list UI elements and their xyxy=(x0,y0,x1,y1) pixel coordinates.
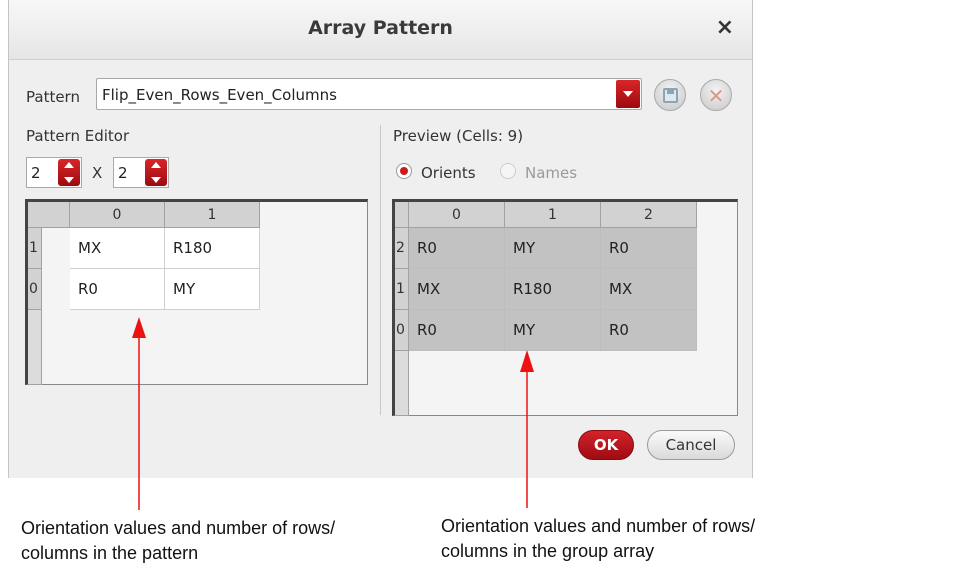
annotation-left: Orientation values and number of rows/ c… xyxy=(21,516,335,566)
annotation-right: Orientation values and number of rows/ c… xyxy=(441,514,755,564)
right-arrow xyxy=(520,350,534,508)
annotation-left-line: Orientation values and number of rows/ xyxy=(21,518,336,538)
left-arrow xyxy=(132,317,146,510)
annotation-left-line: columns in the pattern xyxy=(21,543,199,563)
annotation-right-line: Orientation values and number of rows/ xyxy=(441,516,756,536)
annotation-arrows xyxy=(132,317,534,510)
annotation-right-line: columns in the group array xyxy=(441,541,655,561)
